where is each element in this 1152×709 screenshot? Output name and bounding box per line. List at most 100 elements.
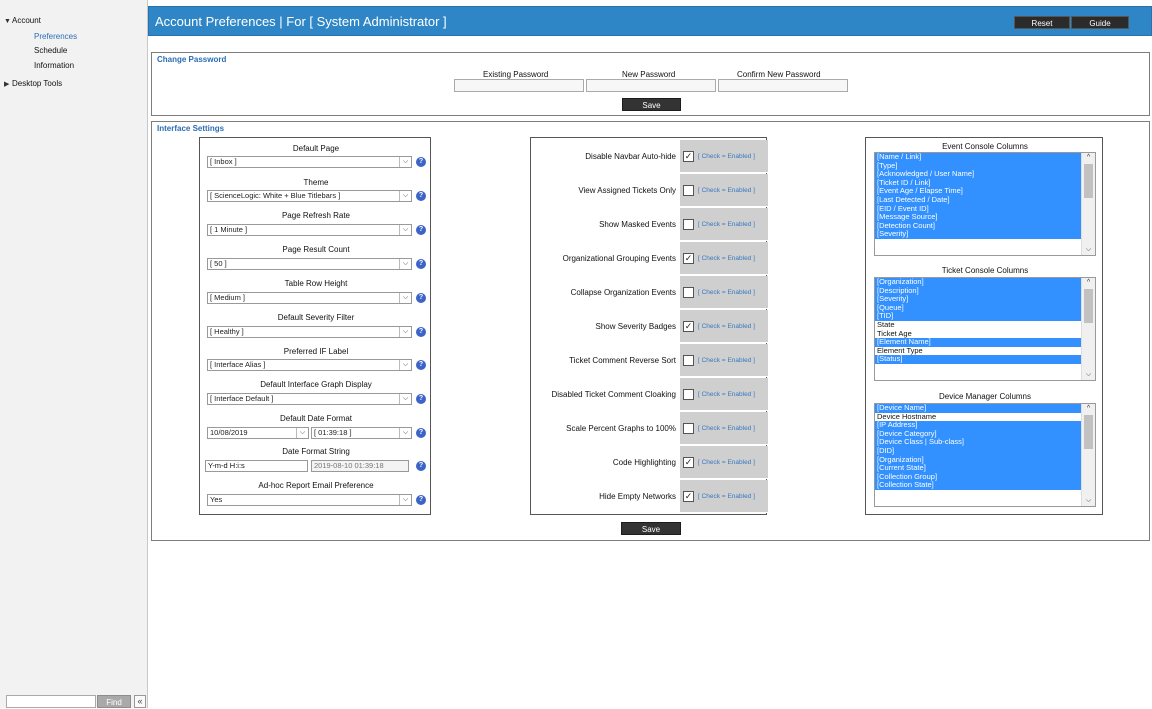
adhoc-email-label: Ad-hoc Report Email Preference bbox=[258, 481, 374, 490]
checkbox[interactable] bbox=[683, 185, 694, 196]
event-columns-listbox[interactable]: [Name / Link] [Type] [Acknowledged / Use… bbox=[874, 152, 1096, 256]
confirm-password-field[interactable] bbox=[718, 79, 848, 92]
list-item[interactable]: [Collection Group] bbox=[875, 472, 1081, 482]
list-item[interactable]: [TID] bbox=[875, 312, 1081, 321]
list-item[interactable]: [Device Category] bbox=[875, 429, 1081, 439]
list-item[interactable]: Device Hostname bbox=[875, 413, 1081, 422]
list-item[interactable]: Ticket Age bbox=[875, 330, 1081, 339]
theme-select[interactable]: [ ScienceLogic: White + Blue Titlebars ]… bbox=[207, 190, 412, 202]
password-save-button[interactable]: Save bbox=[622, 98, 681, 111]
checkbox[interactable]: ✓ bbox=[683, 321, 694, 332]
list-item[interactable]: [Message Source] bbox=[875, 213, 1081, 222]
checkbox[interactable]: ✓ bbox=[683, 491, 694, 502]
existing-password-field[interactable] bbox=[454, 79, 584, 92]
checkbox[interactable] bbox=[683, 219, 694, 230]
tree-item-desktop-tools[interactable]: ▶ Desktop Tools bbox=[4, 79, 62, 88]
new-password-field[interactable] bbox=[586, 79, 716, 92]
list-item[interactable]: [Device Name] bbox=[875, 404, 1081, 413]
default-page-select[interactable]: [ Inbox ] ⌵ bbox=[207, 156, 412, 168]
time-format-select[interactable]: [ 01:39:18 ] ⌵ bbox=[311, 427, 412, 439]
list-item[interactable]: [EID / Event ID] bbox=[875, 204, 1081, 214]
help-icon[interactable]: ? bbox=[416, 495, 426, 505]
adhoc-email-select[interactable]: Yes ⌵ bbox=[207, 494, 412, 506]
find-button[interactable]: Find bbox=[97, 695, 131, 708]
chevron-up-icon[interactable]: ^ bbox=[1082, 278, 1095, 288]
list-item[interactable]: [Element Name] bbox=[875, 338, 1081, 347]
scrollbar[interactable]: ^ ⌵ bbox=[1081, 404, 1095, 506]
list-item[interactable]: [Name / Link] bbox=[875, 153, 1081, 162]
scroll-thumb[interactable] bbox=[1084, 289, 1093, 323]
chevron-up-icon[interactable]: ^ bbox=[1082, 153, 1095, 163]
list-item[interactable]: [Device Class | Sub-class] bbox=[875, 438, 1081, 447]
help-icon[interactable]: ? bbox=[416, 327, 426, 337]
help-icon[interactable]: ? bbox=[416, 259, 426, 269]
tree-item-preferences[interactable]: Preferences bbox=[34, 32, 77, 41]
checkbox[interactable]: ✓ bbox=[683, 151, 694, 162]
checkbox[interactable] bbox=[683, 389, 694, 400]
severity-filter-select[interactable]: [ Healthy ] ⌵ bbox=[207, 326, 412, 338]
date-format-select[interactable]: 10/08/2019 ⌵ bbox=[207, 427, 309, 439]
ticket-columns-listbox[interactable]: [Organization] [Description] [Severity] … bbox=[874, 277, 1096, 381]
scrollbar[interactable]: ^ ⌵ bbox=[1081, 278, 1095, 380]
chevron-down-icon[interactable]: ⌵ bbox=[1082, 370, 1095, 380]
checkbox[interactable] bbox=[683, 423, 694, 434]
checkbox[interactable] bbox=[683, 355, 694, 366]
row-height-select[interactable]: [ Medium ] ⌵ bbox=[207, 292, 412, 304]
list-item[interactable]: [Detection Count] bbox=[875, 221, 1081, 231]
scroll-thumb[interactable] bbox=[1084, 164, 1093, 198]
list-item[interactable]: [Organization] bbox=[875, 455, 1081, 465]
list-item[interactable]: [Type] bbox=[875, 161, 1081, 171]
toggle-label: View Assigned Tickets Only bbox=[578, 186, 676, 195]
toggle-row: Organizational Grouping Events ✓ [ Check =… bbox=[531, 242, 768, 276]
list-item[interactable]: [Severity] bbox=[875, 230, 1081, 239]
list-item[interactable]: [Organization] bbox=[875, 278, 1081, 287]
checkbox[interactable]: ✓ bbox=[683, 253, 694, 264]
checkbox[interactable] bbox=[683, 287, 694, 298]
list-item[interactable]: [IP Address] bbox=[875, 421, 1081, 430]
list-item[interactable]: [Ticket ID / Link] bbox=[875, 178, 1081, 188]
help-icon[interactable]: ? bbox=[416, 428, 426, 438]
if-label-select[interactable]: [ Interface Alias ] ⌵ bbox=[207, 359, 412, 371]
list-item[interactable]: [Severity] bbox=[875, 295, 1081, 304]
chevron-up-icon[interactable]: ^ bbox=[1082, 404, 1095, 414]
list-item[interactable]: [Description] bbox=[875, 286, 1081, 296]
toggle-label: Disable Navbar Auto-hide bbox=[585, 152, 676, 161]
help-icon[interactable]: ? bbox=[416, 225, 426, 235]
collapse-sidebar-icon[interactable]: « bbox=[134, 695, 146, 708]
time-format-value: [ 01:39:18 ] bbox=[314, 428, 352, 437]
guide-button[interactable]: Guide bbox=[1071, 16, 1129, 29]
tree-item-information[interactable]: Information bbox=[34, 61, 74, 70]
find-input[interactable] bbox=[6, 695, 96, 708]
graph-display-select[interactable]: [ Interface Default ] ⌵ bbox=[207, 393, 412, 405]
scrollbar[interactable]: ^ ⌵ bbox=[1081, 153, 1095, 255]
chevron-down-icon[interactable]: ⌵ bbox=[1082, 496, 1095, 506]
date-format-string-input[interactable]: Y-m-d H:i:s bbox=[205, 460, 308, 472]
list-item[interactable]: State bbox=[875, 321, 1081, 330]
chevron-down-icon[interactable]: ⌵ bbox=[1082, 245, 1095, 255]
list-item[interactable]: [Last Detected / Date] bbox=[875, 195, 1081, 205]
result-count-select[interactable]: [ 50 ] ⌵ bbox=[207, 258, 412, 270]
scroll-thumb[interactable] bbox=[1084, 415, 1093, 449]
help-icon[interactable]: ? bbox=[416, 293, 426, 303]
refresh-rate-select[interactable]: [ 1 Minute ] ⌵ bbox=[207, 224, 412, 236]
list-item[interactable]: [Queue] bbox=[875, 303, 1081, 313]
help-icon[interactable]: ? bbox=[416, 360, 426, 370]
help-icon[interactable]: ? bbox=[416, 157, 426, 167]
list-item[interactable]: [Status] bbox=[875, 355, 1081, 364]
list-item[interactable]: [Collection State] bbox=[875, 481, 1081, 490]
list-item[interactable]: [Acknowledged / User Name] bbox=[875, 170, 1081, 179]
checkbox[interactable]: ✓ bbox=[683, 457, 694, 468]
reset-button[interactable]: Reset bbox=[1014, 16, 1070, 29]
list-item[interactable]: [Current State] bbox=[875, 464, 1081, 473]
list-item[interactable]: Element Type bbox=[875, 347, 1081, 356]
tree-item-account[interactable]: ▼Account bbox=[4, 16, 41, 25]
help-icon[interactable]: ? bbox=[416, 394, 426, 404]
list-item[interactable]: [DID] bbox=[875, 446, 1081, 456]
theme-label: Theme bbox=[303, 178, 329, 187]
help-icon[interactable]: ? bbox=[416, 461, 426, 471]
interface-save-button[interactable]: Save bbox=[621, 522, 681, 535]
device-columns-listbox[interactable]: [Device Name] Device Hostname [IP Addres… bbox=[874, 403, 1096, 507]
help-icon[interactable]: ? bbox=[416, 191, 426, 201]
list-item[interactable]: [Event Age / Elapse Time] bbox=[875, 187, 1081, 196]
tree-item-schedule[interactable]: Schedule bbox=[34, 46, 67, 55]
